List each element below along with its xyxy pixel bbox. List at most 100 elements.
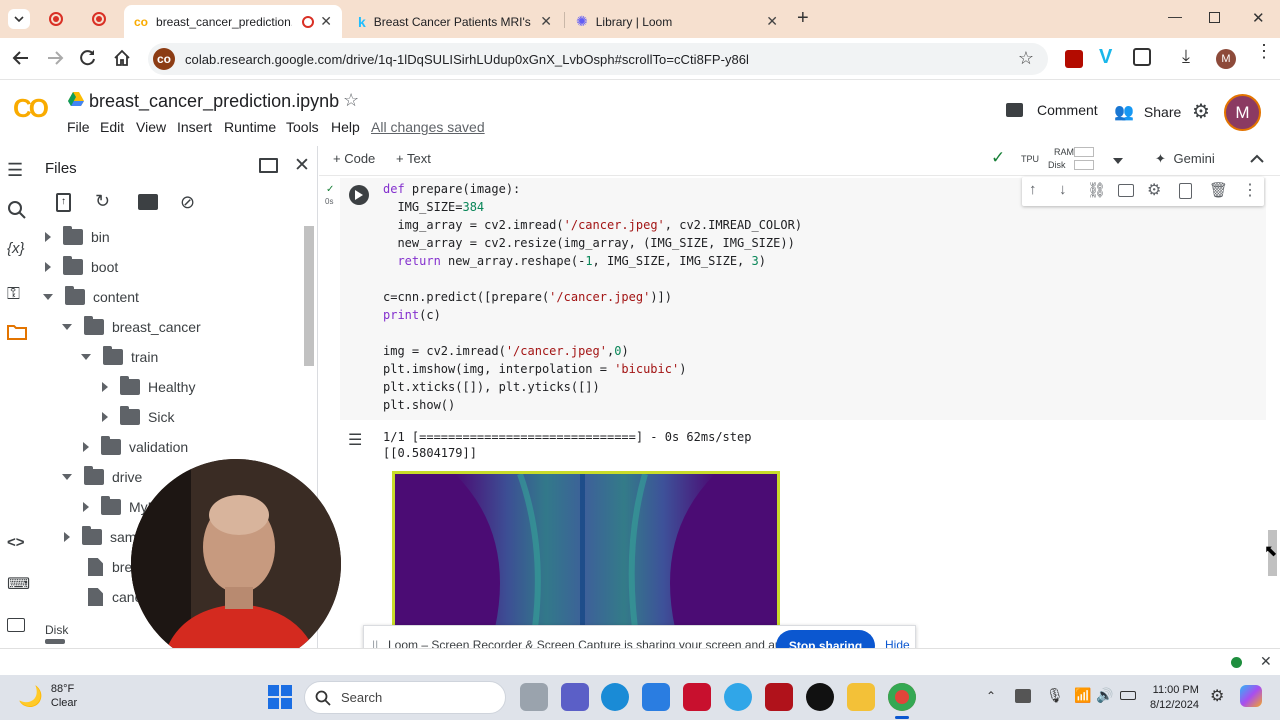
output-actions-icon[interactable]: ☰ (348, 430, 362, 450)
close-tab-icon[interactable]: ✕ (766, 13, 778, 30)
menu-help[interactable]: Help (331, 119, 360, 135)
store-app-icon[interactable] (642, 683, 670, 711)
variables-icon[interactable]: {x} (7, 240, 31, 264)
adobe-extension-icon[interactable] (1065, 50, 1083, 68)
tab-loom[interactable]: ✺ Library | Loom ✕ (566, 5, 788, 38)
colab-logo[interactable]: CO (13, 93, 49, 124)
collapse-header-icon[interactable] (1250, 154, 1264, 163)
mount-drive-icon[interactable] (138, 194, 158, 210)
tree-item-breast-cancer[interactable]: breast_cancer (62, 313, 201, 341)
back-button[interactable] (12, 49, 30, 67)
comment-icon[interactable] (1118, 184, 1134, 197)
code-editor[interactable]: def prepare(image): IMG_SIZE=384 img_arr… (383, 180, 1013, 416)
tree-item-content[interactable]: content (43, 283, 139, 311)
save-status[interactable]: All changes saved (371, 119, 485, 135)
github-app-icon[interactable] (806, 683, 834, 711)
minimize-window-button[interactable]: — (1168, 8, 1182, 24)
clock[interactable]: 11:00 PM 8/12/2024 (1150, 683, 1199, 713)
bookmark-star-icon[interactable]: ☆ (1018, 48, 1034, 69)
add-code-button[interactable]: + Code (333, 151, 375, 166)
tab-colab[interactable]: co breast_cancer_prediction.ipynb ✕ (124, 5, 342, 38)
menu-file[interactable]: File (67, 119, 90, 135)
more-actions-icon[interactable]: ⋮ (1242, 180, 1258, 200)
tray-app-icon[interactable] (1015, 689, 1031, 703)
tab-search-button[interactable] (8, 9, 30, 29)
gemini-button[interactable]: ✦ Gemini (1155, 151, 1215, 167)
close-window-button[interactable]: ✕ (1252, 9, 1265, 27)
tree-item-drive[interactable]: drive (62, 463, 142, 491)
menu-tools[interactable]: Tools (286, 119, 319, 135)
downloads-icon[interactable]: ⤓ (1182, 46, 1190, 67)
profile-avatar[interactable]: M (1216, 49, 1236, 69)
battery-icon[interactable] (1120, 691, 1136, 700)
vimeo-extension-icon[interactable]: V (1099, 46, 1112, 69)
home-button[interactable] (113, 49, 131, 67)
expand-arrow-icon[interactable] (83, 502, 89, 512)
move-cell-up-icon[interactable]: ↑ (1029, 181, 1037, 198)
teams-app-icon[interactable] (561, 683, 589, 711)
close-status-icon[interactable]: ✕ (1260, 653, 1272, 670)
loom-webcam-bubble[interactable] (131, 459, 341, 669)
notebook-title[interactable]: breast_cancer_prediction.ipynb (89, 91, 339, 112)
mcafee-app-icon[interactable] (683, 683, 711, 711)
add-text-button[interactable]: + Text (396, 151, 431, 166)
files-scrollbar[interactable] (304, 226, 314, 366)
expand-arrow-icon[interactable] (45, 232, 51, 242)
browser-menu-icon[interactable]: ⋮ (1255, 42, 1273, 60)
share-button[interactable]: 👥 Share (1114, 102, 1181, 122)
tree-item-healthy[interactable]: Healthy (102, 373, 195, 401)
file-explorer-icon[interactable] (847, 683, 875, 711)
mirror-cell-icon[interactable] (1179, 183, 1192, 199)
site-info-icon[interactable]: co (153, 48, 175, 70)
menu-view[interactable]: View (136, 119, 166, 135)
resources-indicator[interactable]: TPU RAM Disk (1021, 146, 1105, 174)
restore-window-button[interactable] (1209, 12, 1220, 23)
tree-item-bin[interactable]: bin (45, 223, 110, 251)
expand-arrow-icon[interactable] (64, 532, 70, 542)
new-tab-button[interactable]: + (797, 7, 809, 30)
settings-gear-icon[interactable]: ⚙ (1192, 99, 1210, 124)
cell-settings-gear-icon[interactable]: ⚙ (1147, 180, 1161, 200)
weather-widget[interactable]: 🌙 88°F Clear (18, 682, 77, 710)
tab-kaggle[interactable]: k Breast Cancer Patients MRI's ✕ (348, 5, 562, 38)
edge-browser-icon[interactable] (601, 683, 629, 711)
collapse-arrow-icon[interactable] (62, 324, 72, 330)
close-panel-icon[interactable]: ✕ (294, 154, 310, 177)
delete-cell-icon[interactable]: 🗑 (1209, 181, 1228, 199)
reload-button[interactable] (79, 49, 97, 67)
collapse-arrow-icon[interactable] (62, 474, 72, 480)
link-icon[interactable]: ⛓ (1087, 181, 1106, 199)
collapse-arrow-icon[interactable] (81, 354, 91, 360)
collapse-arrow-icon[interactable] (43, 294, 53, 300)
microphone-icon[interactable]: 🎙 (1046, 687, 1064, 704)
task-view-icon[interactable] (520, 683, 548, 711)
upload-file-icon[interactable]: ↑ (56, 193, 71, 212)
close-tab-icon[interactable]: ✕ (540, 13, 552, 30)
user-avatar[interactable]: M (1224, 94, 1261, 131)
tray-overflow-icon[interactable]: ⌃ (986, 689, 996, 703)
move-cell-down-icon[interactable]: ↓ (1059, 181, 1067, 198)
tree-item-validation[interactable]: validation (83, 433, 188, 461)
close-tab-icon[interactable]: ✕ (320, 13, 332, 30)
tree-item-boot[interactable]: boot (45, 253, 118, 281)
recording-tab-icon[interactable] (92, 12, 106, 26)
runtime-dropdown-icon[interactable] (1113, 158, 1123, 164)
chrome-app-icon[interactable] (888, 683, 916, 711)
files-folder-icon[interactable] (7, 324, 31, 348)
run-cell-button[interactable] (349, 185, 369, 205)
secrets-key-icon[interactable]: ⚿ (7, 284, 31, 308)
star-notebook-icon[interactable]: ☆ (343, 90, 359, 111)
volume-icon[interactable]: 🔊 (1096, 687, 1113, 704)
tree-item-train[interactable]: train (81, 343, 158, 371)
extensions-puzzle-icon[interactable] (1133, 48, 1151, 66)
search-icon[interactable] (7, 200, 31, 224)
expand-arrow-icon[interactable] (83, 442, 89, 452)
table-of-contents-icon[interactable]: ☰ (7, 160, 31, 184)
toggle-hidden-files-icon[interactable]: ⊘ (180, 192, 195, 213)
forward-button[interactable] (46, 49, 64, 67)
tree-item-sick[interactable]: Sick (102, 403, 174, 431)
menu-insert[interactable]: Insert (177, 119, 212, 135)
start-button[interactable] (268, 685, 292, 709)
recording-tab-icon[interactable] (49, 12, 63, 26)
expand-arrow-icon[interactable] (45, 262, 51, 272)
